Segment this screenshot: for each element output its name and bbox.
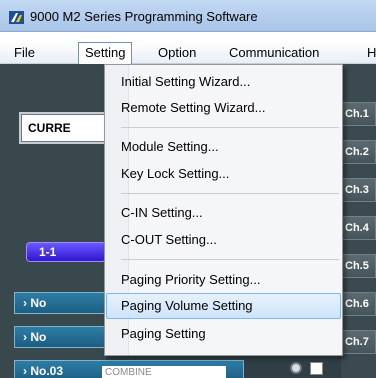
menu-bar: File Setting Option Communication H — [0, 42, 376, 64]
menu-remote-setting-wizard[interactable]: Remote Setting Wizard... — [106, 95, 341, 121]
row-button-no-02[interactable]: › No — [14, 326, 106, 348]
combine-input[interactable]: COMBINE — [102, 366, 226, 378]
row-label: No.03 — [30, 364, 64, 378]
window-title: 9000 M2 Series Programming Software — [30, 9, 258, 24]
menu-separator — [121, 259, 339, 260]
channel-6[interactable]: Ch.6 — [342, 292, 376, 316]
menu-key-lock-setting[interactable]: Key Lock Setting... — [106, 161, 341, 187]
menu-option[interactable]: Option — [158, 42, 196, 64]
menu-separator — [121, 193, 339, 194]
current-box[interactable]: CURRE — [19, 112, 109, 144]
title-bar: 9000 M2 Series Programming Software — [0, 0, 376, 32]
menu-setting[interactable]: Setting — [78, 42, 133, 64]
setting-menu-dropdown: Initial Setting Wizard... Remote Setting… — [104, 64, 343, 356]
channel-5[interactable]: Ch.5 — [342, 254, 376, 278]
settings-knob-icon[interactable] — [290, 362, 302, 374]
group-pill-button[interactable]: 1-1 — [26, 242, 106, 262]
menu-initial-setting-wizard[interactable]: Initial Setting Wizard... — [106, 69, 341, 95]
menu-paging-volume-setting[interactable]: Paging Volume Setting — [106, 293, 341, 319]
menu-paging-setting[interactable]: Paging Setting — [106, 321, 341, 347]
menu-c-out-setting[interactable]: C-OUT Setting... — [106, 227, 341, 253]
channel-1[interactable]: Ch.1 — [342, 102, 376, 126]
channel-2[interactable]: Ch.2 — [342, 140, 376, 164]
menu-separator — [121, 127, 339, 128]
channel-7[interactable]: Ch.7 — [342, 330, 376, 354]
menu-module-setting[interactable]: Module Setting... — [106, 134, 341, 160]
menu-help[interactable]: H — [367, 42, 376, 64]
menu-c-in-setting[interactable]: C-IN Setting... — [106, 200, 341, 226]
menu-file[interactable]: File — [14, 42, 35, 64]
row-checkbox[interactable] — [310, 362, 323, 375]
menu-paging-priority-setting[interactable]: Paging Priority Setting... — [106, 267, 341, 293]
row-label: No — [30, 330, 47, 344]
channel-4[interactable]: Ch.4 — [342, 216, 376, 240]
app-logo-icon — [9, 11, 24, 24]
row-button-no-01[interactable]: › No — [14, 292, 106, 314]
channel-3[interactable]: Ch.3 — [342, 178, 376, 202]
row-label: No — [30, 296, 47, 310]
menu-communication[interactable]: Communication — [229, 42, 319, 64]
